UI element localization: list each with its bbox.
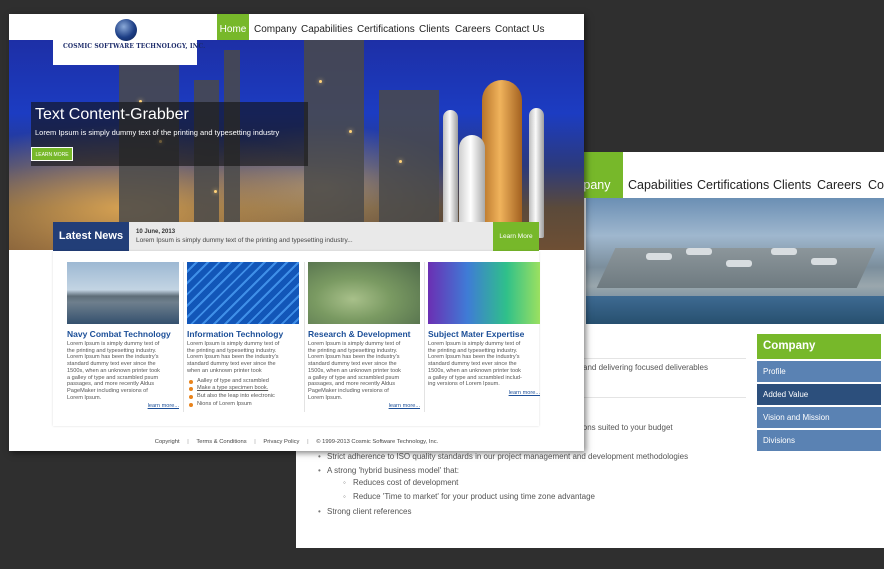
column-divider (183, 262, 184, 412)
light-dot (214, 190, 217, 193)
bullet-text: A strong 'hybrid business model' that: (327, 466, 460, 475)
company-sidebar: Company Profile Added Value Vision and M… (757, 334, 881, 451)
column-it: Information Technology Lorem Ipsum is si… (187, 262, 299, 409)
jet-shape (726, 260, 752, 267)
sidebar-item-profile[interactable]: Profile (757, 361, 881, 382)
bullet-text: Strong client references (327, 507, 412, 516)
shuttle-booster (529, 108, 544, 238)
hero-learn-more-button[interactable]: LEARN MORE (31, 147, 73, 161)
hero-subtitle: Lorem Ipsum is simply dummy text of the … (35, 128, 280, 137)
expertise-soldier-image (428, 262, 540, 324)
sidebar-item-divisions[interactable]: Divisions (757, 430, 881, 451)
nav-capabilities[interactable]: Capabilities (301, 14, 353, 40)
footer-terms-link[interactable]: Terms & Conditions (196, 439, 246, 445)
nav-company[interactable]: Company (254, 14, 297, 40)
carrier-deck (596, 248, 876, 288)
latest-news-label: Latest News (53, 222, 129, 251)
home-page: COSMIC SOFTWARE TECHNOLOGY, INC. Home Co… (9, 14, 584, 451)
sidebar-item-vision-mission[interactable]: Vision and Mission (757, 407, 881, 428)
logo-text: COSMIC SOFTWARE TECHNOLOGY, INC. (63, 43, 206, 50)
jet-shape (771, 248, 797, 255)
footer-privacy-link[interactable]: Privacy Policy (263, 439, 299, 445)
column-divider (304, 262, 305, 412)
navy-ship-image (67, 262, 179, 324)
sub-bullet-dot: ◦ (343, 492, 346, 501)
news-text[interactable]: Lorem Ipsum is simply dummy text of the … (136, 237, 353, 244)
column-description: Lorem Ipsum is simply dummy text of the … (187, 341, 280, 374)
light-dot (399, 160, 402, 163)
footer-separator: | (254, 439, 256, 445)
jet-shape (686, 248, 712, 255)
column-bullet: Aalley of type and scrambled (187, 378, 299, 386)
logo[interactable]: COSMIC SOFTWARE TECHNOLOGY, INC. (53, 14, 205, 65)
column-bullet-link[interactable]: Make a type specimen book. (187, 385, 299, 393)
sub-bullet-dot: ◦ (343, 478, 346, 487)
footer-notice: © 1999-2013 Cosmic Software Technology, … (316, 439, 439, 445)
nav-certifications[interactable]: Certifications (357, 14, 415, 40)
research-radar-image (308, 262, 420, 324)
nav-home[interactable]: Home (217, 14, 249, 40)
shuttle-tank (482, 80, 522, 230)
footer-separator: | (187, 439, 189, 445)
column-description: Lorem Ipsum is simply dummy text of the … (67, 341, 160, 401)
sub-bullet-text: Reduce 'Time to market' for your product… (353, 492, 595, 501)
column-description: Lorem Ipsum is simply dummy text of the … (308, 341, 401, 401)
back-nav-contact-partial[interactable]: Co (868, 152, 884, 198)
column-bullet: But also the leap into electronic (187, 393, 299, 401)
launch-tower (304, 40, 364, 250)
learn-more-link[interactable]: learn more... (308, 403, 420, 409)
it-keyboard-image (187, 262, 299, 324)
column-research: Research & Development Lorem Ipsum is si… (308, 262, 420, 409)
column-description: Lorem Ipsum is simply dummy text of the … (428, 341, 522, 388)
column-title[interactable]: Research & Development (308, 329, 420, 339)
column-bullet: Nions of Lorem Ipsum (187, 401, 299, 409)
sidebar-item-added-value[interactable]: Added Value (757, 384, 881, 405)
news-learn-more-button[interactable]: Learn More (493, 222, 539, 251)
globe-logo-icon (115, 19, 137, 41)
body-text-line: ions suited to your budget (581, 423, 673, 432)
column-expertise: Subject Mater Expertise Lorem Ipsum is s… (428, 262, 540, 396)
back-nav-careers[interactable]: Careers (817, 152, 861, 198)
column-navy: Navy Combat Technology Lorem Ipsum is si… (67, 262, 179, 409)
column-title[interactable]: Subject Mater Expertise (428, 329, 540, 339)
back-nav-certifications[interactable]: Certifications (697, 152, 769, 198)
jet-shape (811, 258, 837, 265)
bullet-dot: • (318, 466, 321, 475)
learn-more-link[interactable]: learn more... (67, 403, 179, 409)
hero-title: Text Content-Grabber (35, 106, 189, 123)
bullet-dot: • (318, 452, 321, 461)
body-text-line: and delivering focused deliverables (583, 363, 708, 372)
learn-more-link[interactable]: learn more... (428, 390, 540, 396)
footer-copyright: Copyright (154, 439, 180, 445)
nav-contact-us[interactable]: Contact Us (495, 14, 544, 40)
jet-shape (646, 253, 672, 260)
nav-clients[interactable]: Clients (419, 14, 450, 40)
aircraft-carrier-banner (586, 198, 884, 324)
bullet-dot: • (318, 507, 321, 516)
news-date: 10 June, 2013 (136, 229, 176, 235)
back-nav-capabilities[interactable]: Capabilities (628, 152, 693, 198)
footer-separator: | (307, 439, 309, 445)
footer: Copyright | Terms & Conditions | Privacy… (9, 434, 584, 451)
back-nav-clients[interactable]: Clients (773, 152, 811, 198)
light-dot (349, 130, 352, 133)
sub-bullet-text: Reduces cost of development (353, 478, 459, 487)
light-dot (319, 80, 322, 83)
sidebar-heading: Company (757, 334, 881, 359)
column-divider (424, 262, 425, 412)
bullet-text: Strict adherence to ISO quality standard… (327, 452, 689, 461)
nav-careers[interactable]: Careers (455, 14, 491, 40)
column-title[interactable]: Information Technology (187, 329, 299, 339)
sea (586, 296, 884, 324)
column-title[interactable]: Navy Combat Technology (67, 329, 179, 339)
